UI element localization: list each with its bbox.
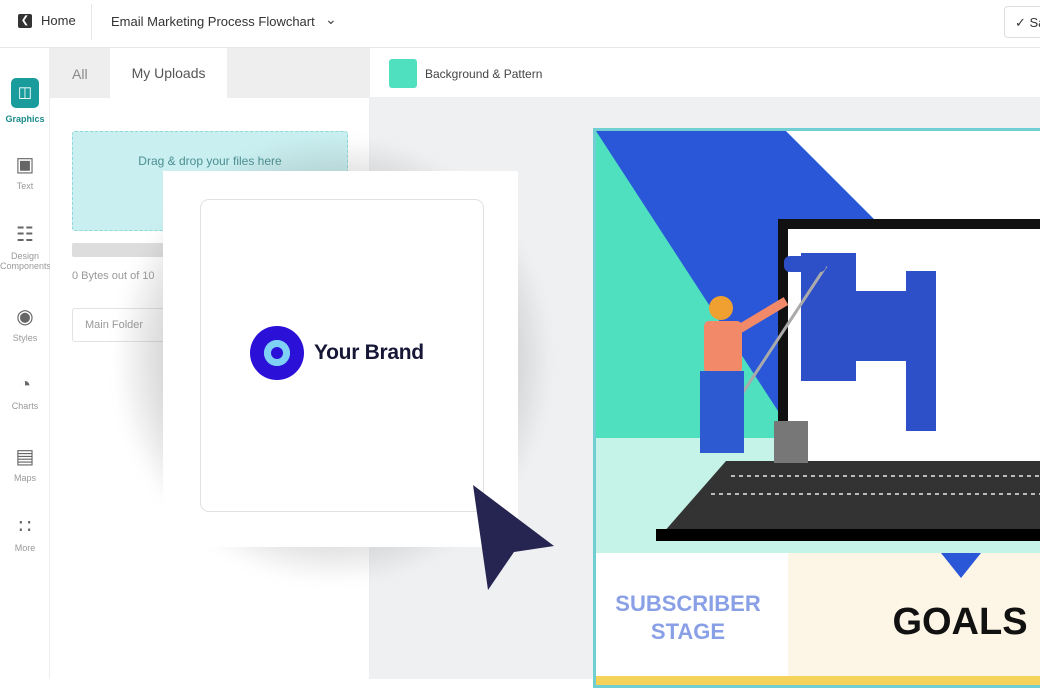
map-icon: ▤ xyxy=(15,446,35,468)
paint-bucket xyxy=(774,421,808,463)
sidebar-item-text[interactable]: ▣ Text xyxy=(0,152,50,191)
back-icon: ❮ xyxy=(18,13,32,28)
sidebar: ◫ Graphics ▣ Text ☷ Design Components ◉ … xyxy=(0,48,52,679)
components-icon: ☷ xyxy=(16,224,34,246)
brand-logo-icon xyxy=(250,326,304,380)
panel-tabs: All My Uploads xyxy=(50,48,369,98)
home-label: Home xyxy=(41,13,76,28)
sidebar-item-label: More xyxy=(14,543,36,553)
cursor-arrow-icon xyxy=(473,485,554,590)
sidebar-item-maps[interactable]: ▤ Maps xyxy=(0,444,50,483)
grid-icon: ∷ xyxy=(18,516,32,538)
canvas-toolbar: Background & Pattern xyxy=(370,48,1040,98)
page-illustration: SUBSCRIBER STAGE GOALS xyxy=(596,131,1040,685)
sidebar-item-design-components[interactable]: ☷ Design Components xyxy=(0,222,52,271)
chart-icon: ◔ xyxy=(18,374,32,396)
sidebar-item-label: Text xyxy=(16,181,34,191)
sidebar-item-label: Graphics xyxy=(5,114,45,124)
graphics-icon: ◫ xyxy=(11,78,39,108)
tab-all[interactable]: All xyxy=(50,48,110,98)
background-color-swatch[interactable] xyxy=(389,59,417,88)
sidebar-item-more[interactable]: ∷ More xyxy=(0,514,50,553)
sidebar-item-charts[interactable]: ◔ Charts xyxy=(0,374,50,411)
sidebar-item-label: Design Components xyxy=(0,251,52,271)
design-page[interactable]: SUBSCRIBER STAGE GOALS xyxy=(593,128,1040,688)
painter-pants xyxy=(700,371,744,453)
stage-label-line1[interactable]: SUBSCRIBER xyxy=(615,591,761,616)
chevron-down-icon[interactable]: ⌄ xyxy=(325,11,337,28)
sidebar-item-label: Maps xyxy=(13,473,36,483)
sidebar-item-label: Styles xyxy=(12,333,38,343)
text-icon: ▣ xyxy=(15,154,35,176)
divider xyxy=(91,4,92,40)
yellow-strip xyxy=(596,676,1040,685)
brand-logo-tile[interactable]: Your Brand xyxy=(200,199,484,512)
sidebar-item-label: Charts xyxy=(11,401,39,411)
sidebar-item-styles[interactable]: ◉ Styles xyxy=(0,304,50,343)
paint-roller xyxy=(784,256,826,272)
goals-label[interactable]: GOALS xyxy=(892,601,1027,643)
background-pattern-button[interactable]: Background & Pattern xyxy=(425,67,542,81)
document-title[interactable]: Email Marketing Process Flowchart xyxy=(111,14,315,29)
laptop-edge xyxy=(656,529,1040,541)
home-button[interactable]: ❮ Home xyxy=(18,13,76,28)
palette-icon: ◉ xyxy=(16,306,34,328)
brand-upload-card[interactable]: Your Brand xyxy=(163,171,518,547)
tab-my-uploads[interactable]: My Uploads xyxy=(109,48,228,98)
stage-label-line2[interactable]: STAGE xyxy=(651,619,725,644)
painter-head xyxy=(709,296,733,320)
brand-name: Your Brand xyxy=(314,341,424,364)
sidebar-item-graphics[interactable]: ◫ Graphics xyxy=(0,78,50,124)
save-button[interactable]: ✓ Save xyxy=(1004,6,1040,38)
top-bar: ❮ Home Email Marketing Process Flowchart… xyxy=(0,0,1040,48)
